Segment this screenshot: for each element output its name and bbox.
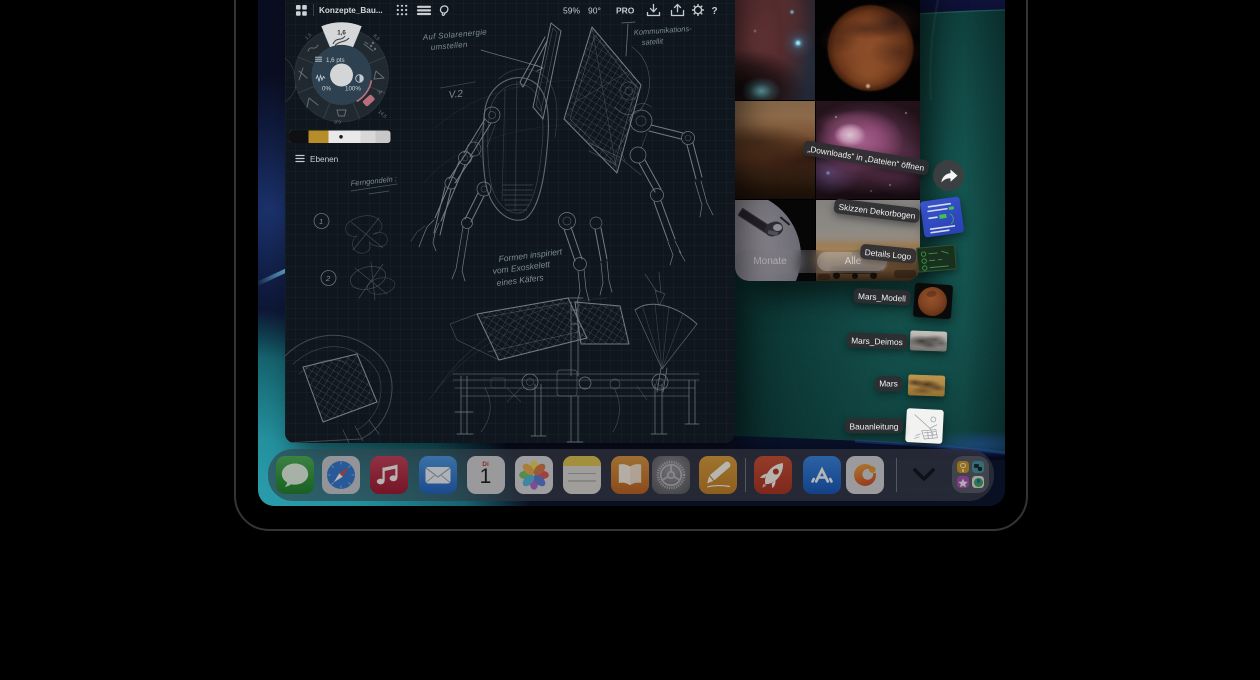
svg-text:satellit: satellit bbox=[642, 36, 665, 47]
svg-text:90°: 90° bbox=[588, 6, 601, 16]
svg-text:1,6: 1,6 bbox=[337, 30, 346, 37]
svg-text:1: 1 bbox=[319, 217, 323, 226]
svg-text:?: ? bbox=[712, 6, 718, 17]
svg-text:2: 2 bbox=[325, 274, 331, 283]
svg-text:V.2: V.2 bbox=[448, 89, 464, 101]
svg-text:6,8: 6,8 bbox=[334, 119, 341, 125]
svg-text:1,6 pts: 1,6 pts bbox=[326, 57, 345, 64]
svg-text:PRO: PRO bbox=[616, 6, 635, 16]
svg-text:59%: 59% bbox=[563, 6, 580, 16]
svg-text:100%: 100% bbox=[345, 86, 361, 93]
svg-text:0%: 0% bbox=[322, 86, 331, 93]
svg-text:Ebenen: Ebenen bbox=[310, 155, 339, 164]
svg-text:Konzepte_Bau...: Konzepte_Bau... bbox=[319, 6, 383, 15]
